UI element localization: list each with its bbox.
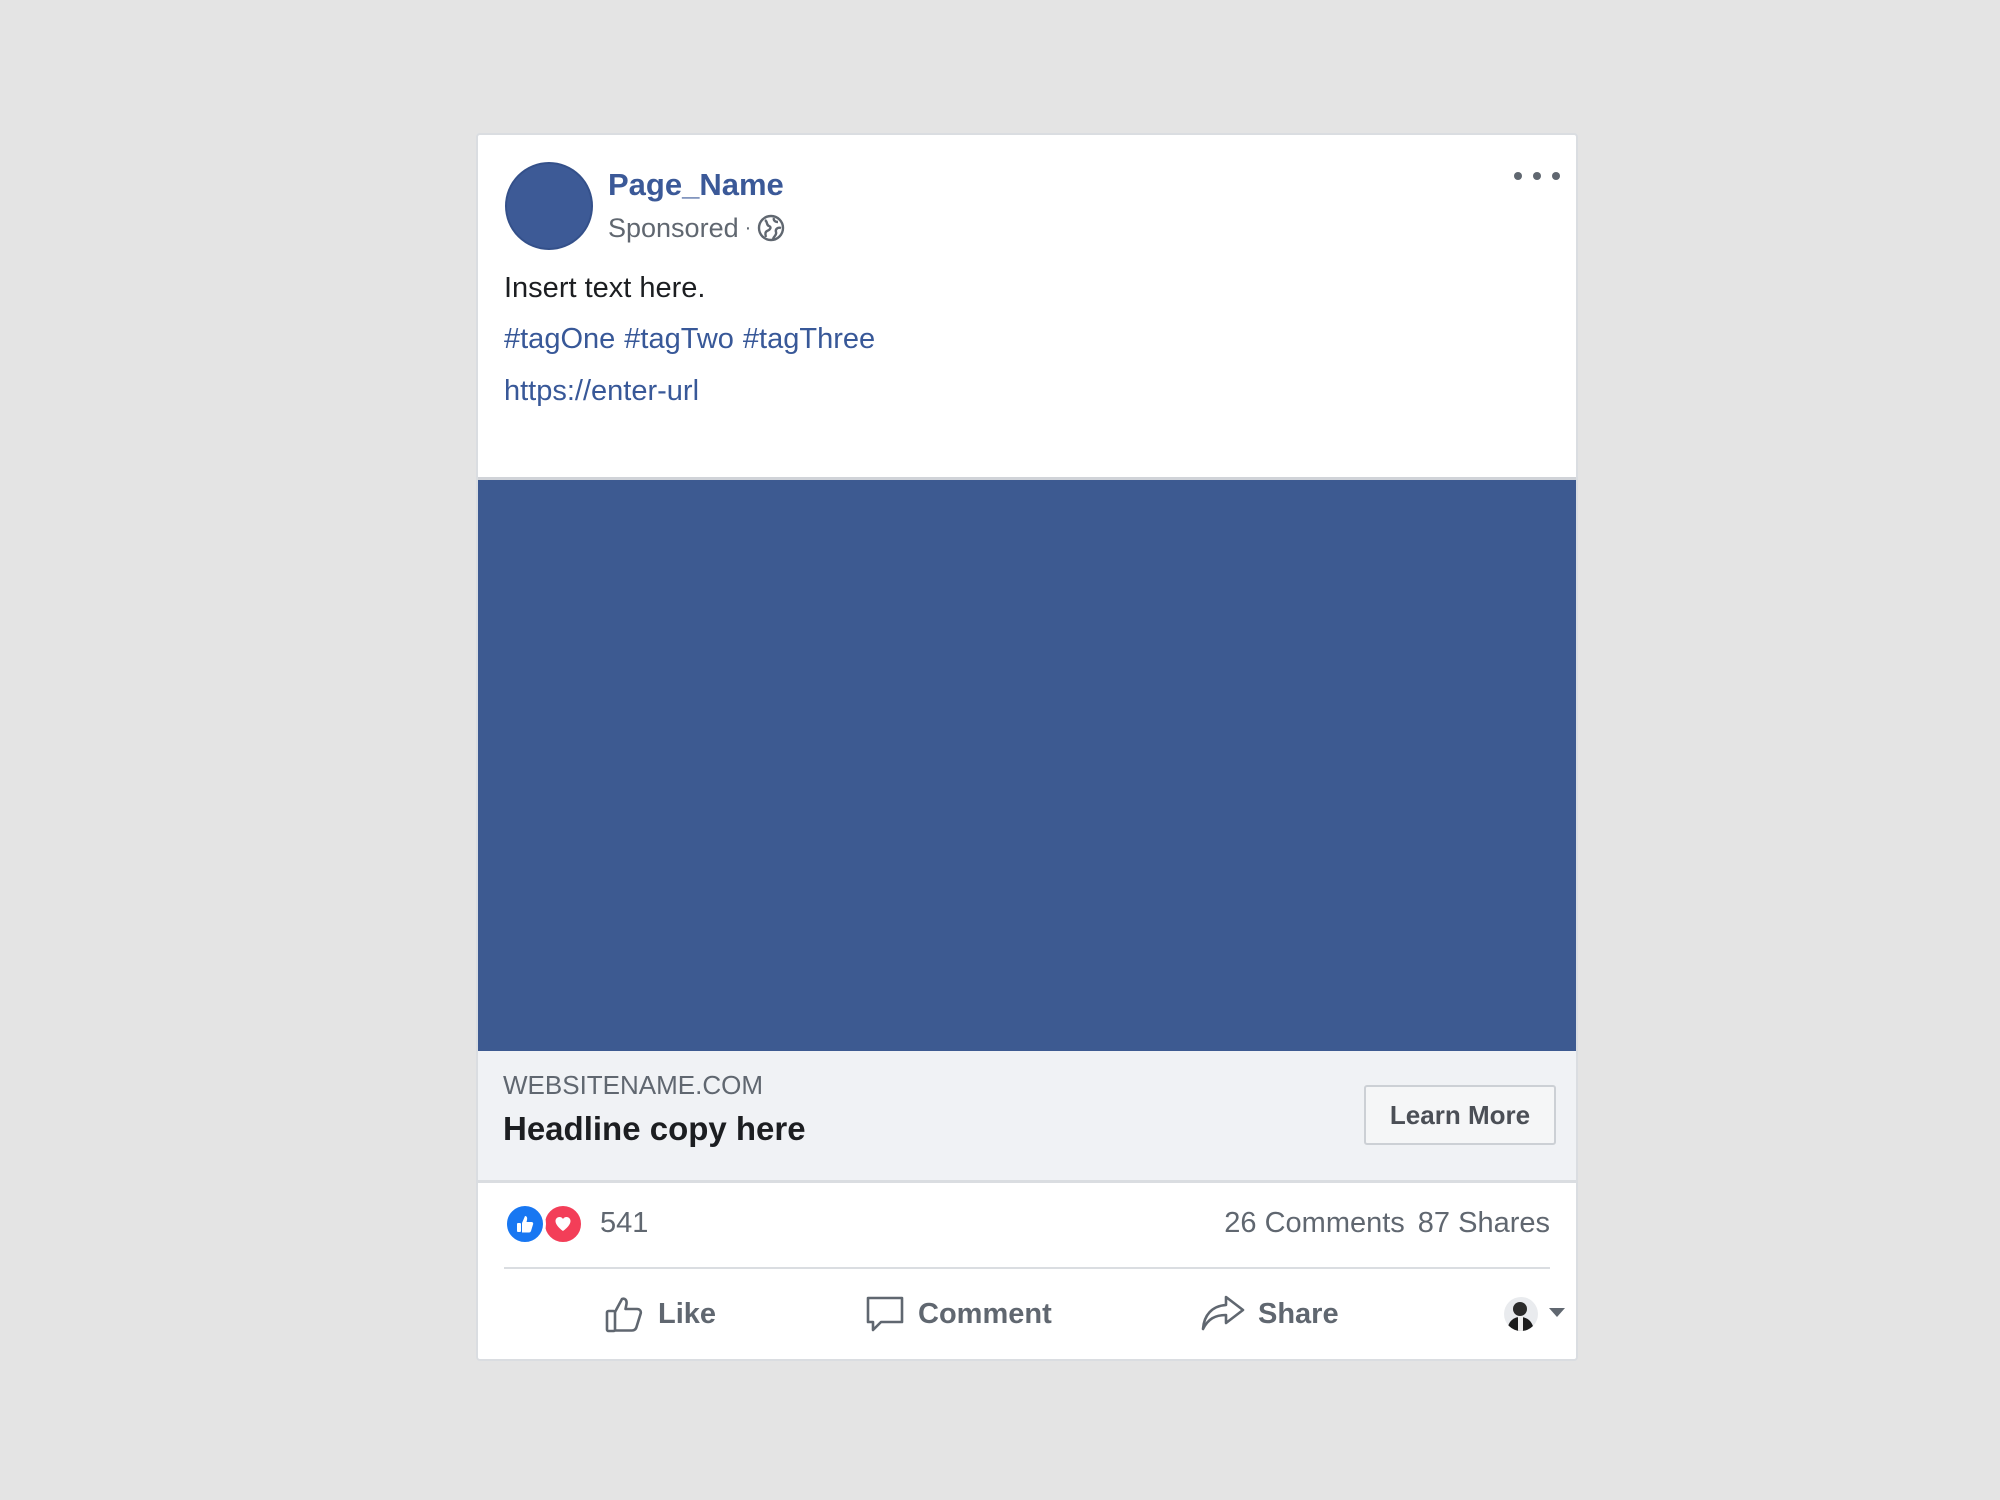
like-label: Like	[658, 1297, 717, 1330]
comment-button[interactable]: Comment	[864, 1269, 1052, 1359]
comment-icon	[864, 1293, 906, 1335]
sponsored-post-card: Page_Name Sponsored · Insert text here. …	[476, 133, 1578, 1361]
shares-count[interactable]: 87 Shares	[1418, 1207, 1550, 1240]
comment-label: Comment	[918, 1297, 1052, 1330]
post-body-text: Insert text here.	[504, 272, 706, 304]
more-options-dot	[1533, 172, 1541, 180]
engagement-summary: 541 26 Comments 87 Shares	[504, 1183, 1550, 1269]
more-options-icon[interactable]	[1514, 163, 1560, 189]
like-button[interactable]: Like	[604, 1269, 716, 1359]
hashtag-link[interactable]: #tagTwo	[624, 323, 734, 355]
post-image-placeholder[interactable]	[478, 477, 1576, 1051]
thumbs-up-icon	[604, 1293, 646, 1335]
post-meta: Sponsored ·	[608, 210, 785, 246]
share-button[interactable]: Share	[1200, 1269, 1339, 1359]
share-icon	[1200, 1293, 1246, 1335]
hashtag-link[interactable]: #tagOne	[504, 323, 615, 355]
chevron-down-icon	[1548, 1305, 1566, 1323]
learn-more-button[interactable]: Learn More	[1364, 1085, 1556, 1145]
meta-separator: ·	[744, 217, 752, 239]
comments-count[interactable]: 26 Comments	[1224, 1207, 1405, 1240]
link-headline: Headline copy here	[503, 1110, 806, 1147]
page-name-link[interactable]: Page_Name	[608, 167, 784, 203]
user-avatar	[1504, 1297, 1538, 1331]
link-domain: WEBSITENAME.COM	[503, 1070, 764, 1100]
hashtag-link[interactable]: #tagThree	[743, 323, 875, 355]
more-options-dot	[1552, 172, 1560, 180]
globe-icon[interactable]	[757, 214, 785, 242]
reaction-count[interactable]: 541	[600, 1207, 648, 1240]
page-avatar[interactable]	[505, 162, 593, 250]
post-action-bar: Like Comment Share	[504, 1269, 1565, 1359]
share-label: Share	[1258, 1297, 1339, 1330]
like-reaction-icon[interactable]	[504, 1203, 546, 1245]
post-hashtags: #tagOne #tagTwo #tagThree	[504, 323, 884, 356]
engagement-counts: 26 Comments 87 Shares	[1224, 1207, 1550, 1240]
profile-selector[interactable]	[1504, 1269, 1566, 1359]
post-url-link[interactable]: https://enter-url	[504, 375, 699, 408]
link-preview[interactable]: WEBSITENAME.COM Headline copy here Learn…	[478, 1051, 1576, 1183]
love-reaction-icon[interactable]	[542, 1203, 584, 1245]
sponsored-label[interactable]: Sponsored	[608, 213, 739, 244]
more-options-dot	[1514, 172, 1522, 180]
